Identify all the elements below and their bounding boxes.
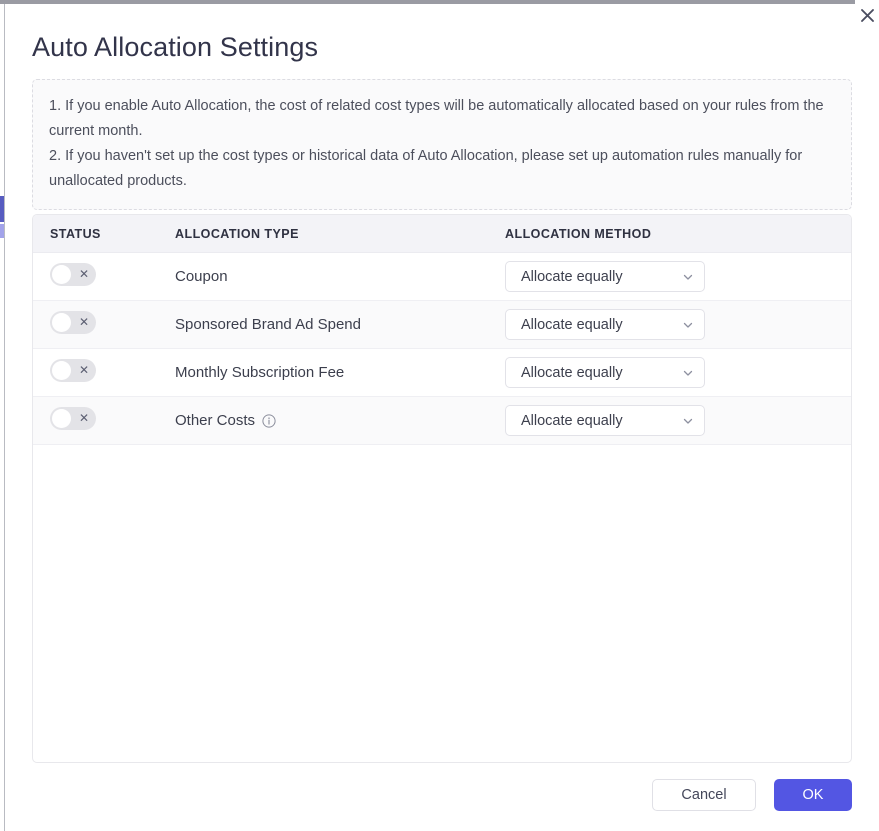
allocation-method-select[interactable]: Allocate equally <box>505 357 705 388</box>
allocation-type-label: Other Costs <box>175 412 256 429</box>
toggle-knob <box>52 264 71 284</box>
toggle-knob <box>52 408 71 428</box>
status-cell: ✕ <box>33 406 175 435</box>
table-row: ✕ Other Costs Allocate equally <box>33 397 851 445</box>
allocation-method-select[interactable]: Allocate equally <box>505 309 705 340</box>
allocation-type-cell: Monthly Subscription Fee <box>175 364 505 381</box>
close-icon[interactable] <box>854 2 879 28</box>
page-title: Auto Allocation Settings <box>32 32 319 62</box>
status-cell: ✕ <box>33 310 175 339</box>
background-accent-secondary <box>0 224 4 238</box>
allocation-type-cell: Other Costs <box>175 412 505 429</box>
toggle-off-icon: ✕ <box>78 267 89 281</box>
allocation-type-label: Coupon <box>175 268 228 285</box>
chevron-down-icon <box>682 367 694 379</box>
allocation-method-select[interactable]: Allocate equally <box>505 261 705 292</box>
status-toggle[interactable]: ✕ <box>50 310 96 334</box>
allocation-method-cell: Allocate equally <box>505 357 851 388</box>
table-row: ✕ Sponsored Brand Ad Spend Allocate equa… <box>33 301 851 349</box>
status-toggle[interactable]: ✕ <box>50 262 96 286</box>
allocation-method-cell: Allocate equally <box>505 405 851 436</box>
column-header-allocation-method: ALLOCATION METHOD <box>505 226 652 241</box>
notice-line-1: 1. If you enable Auto Allocation, the co… <box>49 98 824 139</box>
allocation-type-cell: Coupon <box>175 268 505 285</box>
status-toggle[interactable]: ✕ <box>50 358 96 382</box>
auto-allocation-settings-dialog: Auto Allocation Settings 1. If you enabl… <box>5 4 879 831</box>
column-header-status: STATUS <box>50 226 101 241</box>
ok-button[interactable]: OK <box>774 779 852 811</box>
allocation-method-cell: Allocate equally <box>505 309 851 340</box>
status-toggle[interactable]: ✕ <box>50 406 96 430</box>
allocation-type-cell: Sponsored Brand Ad Spend <box>175 316 505 333</box>
background-accent <box>0 196 4 222</box>
cancel-button[interactable]: Cancel <box>652 779 756 811</box>
notice-box: 1. If you enable Auto Allocation, the co… <box>32 79 852 210</box>
toggle-knob <box>52 360 71 380</box>
toggle-off-icon: ✕ <box>78 315 89 329</box>
allocation-table: STATUS ALLOCATION TYPE ALLOCATION METHOD… <box>32 214 852 763</box>
status-cell: ✕ <box>33 262 175 291</box>
toggle-knob <box>52 312 71 332</box>
allocation-method-value: Allocate equally <box>521 316 623 333</box>
allocation-method-cell: Allocate equally <box>505 261 851 292</box>
allocation-method-select[interactable]: Allocate equally <box>505 405 705 436</box>
status-cell: ✕ <box>33 358 175 387</box>
dialog-footer: Cancel OK <box>652 779 852 811</box>
table-row: ✕ Coupon Allocate equally <box>33 253 851 301</box>
toggle-off-icon: ✕ <box>78 411 89 425</box>
allocation-method-value: Allocate equally <box>521 268 623 285</box>
allocation-type-label: Sponsored Brand Ad Spend <box>175 316 361 333</box>
allocation-method-value: Allocate equally <box>521 364 623 381</box>
column-header-allocation-type: ALLOCATION TYPE <box>175 226 299 241</box>
allocation-method-value: Allocate equally <box>521 412 623 429</box>
allocation-type-label: Monthly Subscription Fee <box>175 364 345 381</box>
table-row: ✕ Monthly Subscription Fee Allocate equa… <box>33 349 851 397</box>
chevron-down-icon <box>682 415 694 427</box>
info-icon[interactable] <box>262 413 276 428</box>
chevron-down-icon <box>682 271 694 283</box>
table-header-row: STATUS ALLOCATION TYPE ALLOCATION METHOD <box>33 215 851 253</box>
chevron-down-icon <box>682 319 694 331</box>
toggle-off-icon: ✕ <box>78 363 89 377</box>
notice-line-2: 2. If you haven't set up the cost types … <box>49 148 803 189</box>
